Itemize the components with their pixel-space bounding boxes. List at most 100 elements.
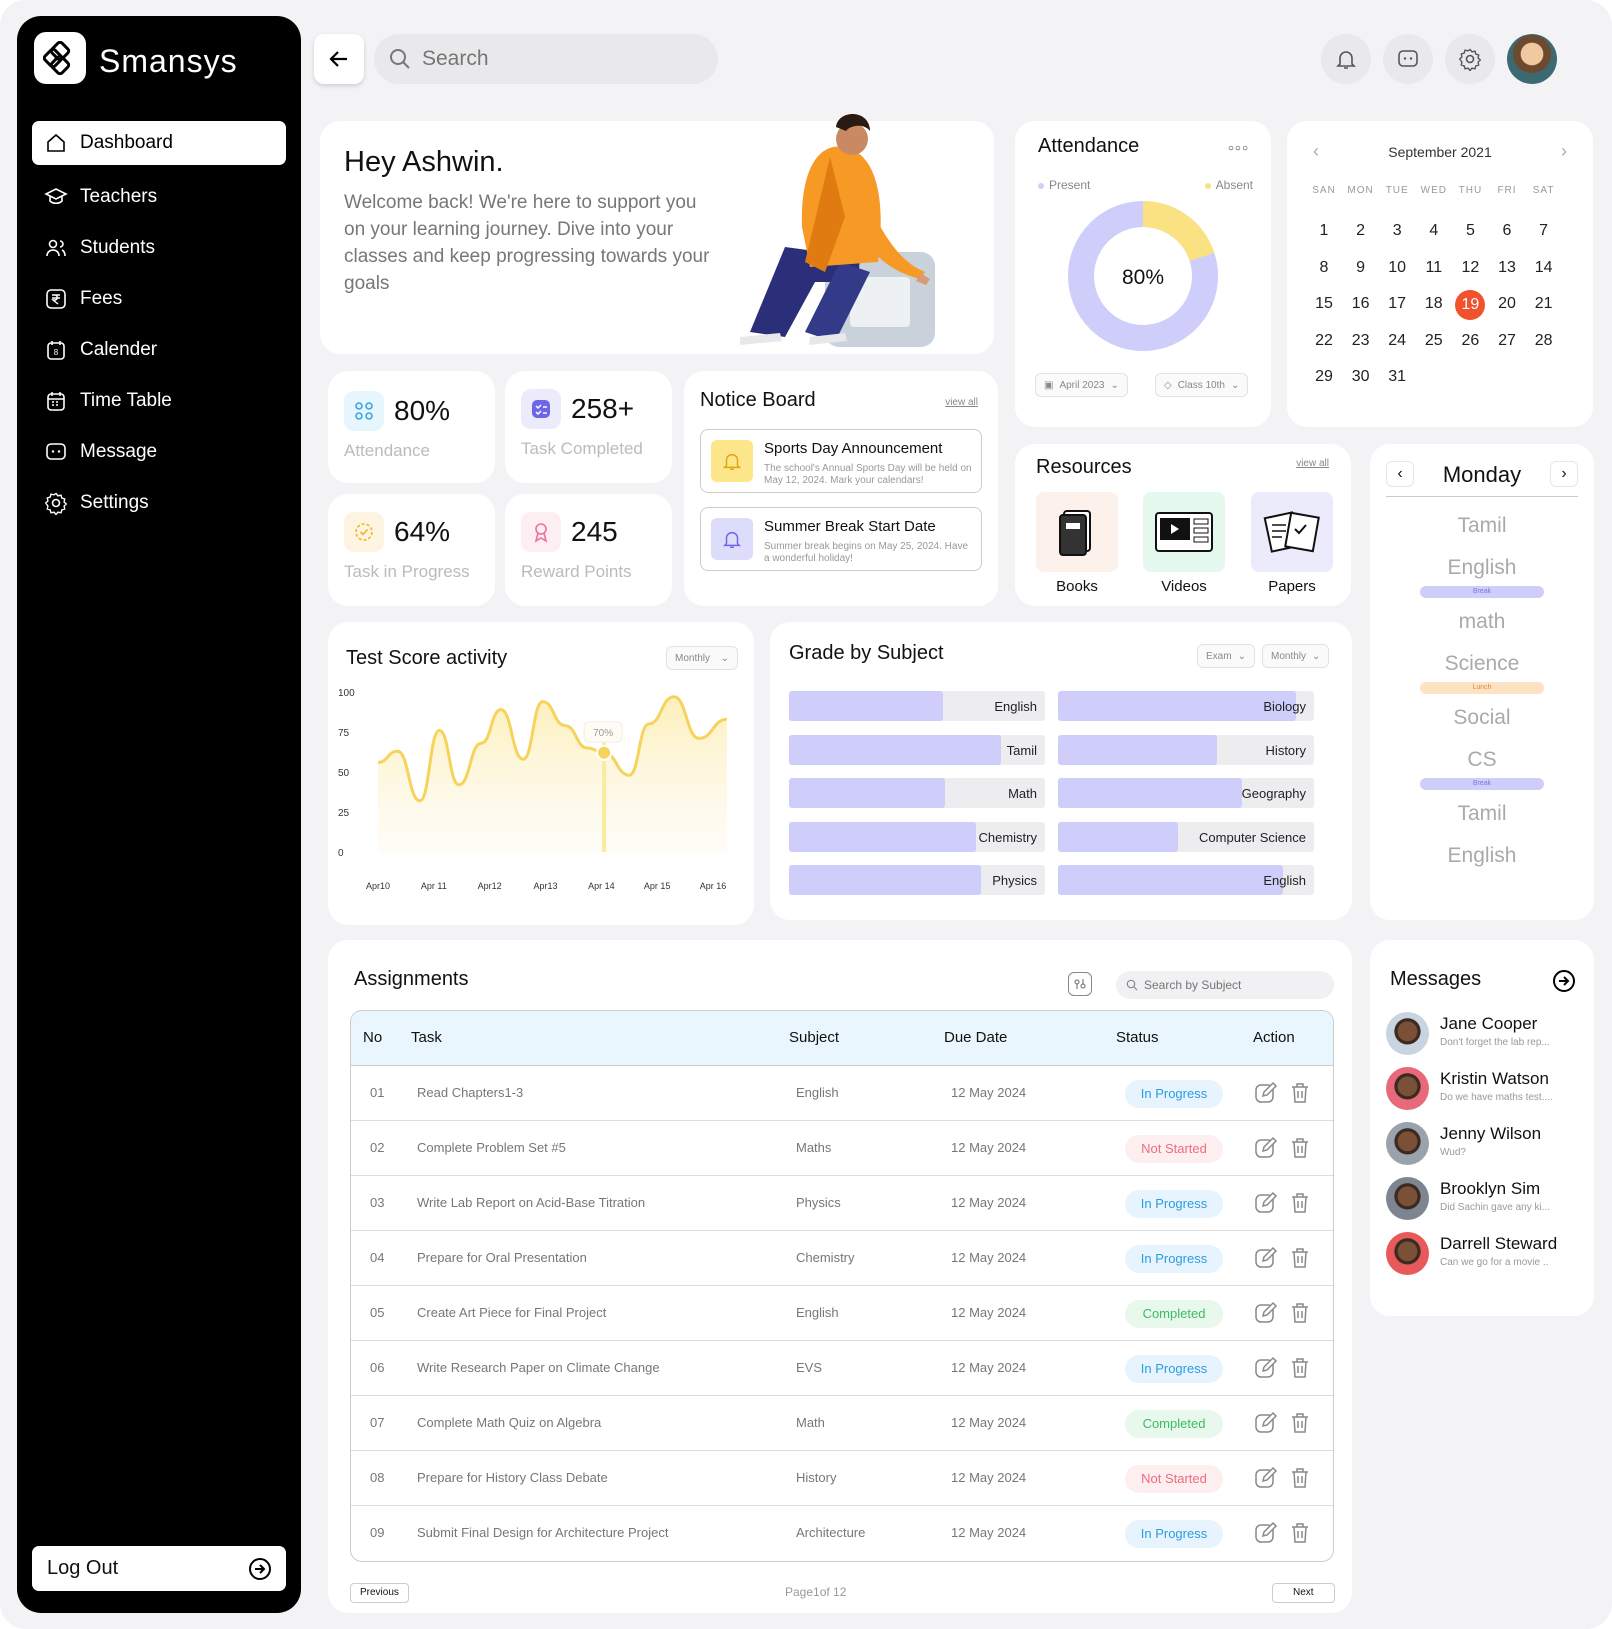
lunch-pill: Lunch xyxy=(1420,682,1544,694)
chat-button[interactable] xyxy=(1383,34,1433,84)
calendar-day[interactable]: 2 xyxy=(1344,217,1378,245)
calendar-day[interactable]: 13 xyxy=(1490,254,1524,282)
arrow-right-circle-icon[interactable] xyxy=(1552,969,1576,993)
sidebar-item-time-table[interactable]: Time Table xyxy=(32,376,286,426)
calendar-day[interactable]: 9 xyxy=(1344,254,1378,282)
highlight-point[interactable] xyxy=(596,744,613,761)
calendar-day[interactable]: 17 xyxy=(1380,290,1414,318)
more-icon[interactable]: ○○○ xyxy=(1228,143,1249,154)
message-item[interactable]: Kristin Watson Do we have maths test.... xyxy=(1386,1067,1586,1115)
calendar-day[interactable]: 20 xyxy=(1490,290,1524,318)
calendar-day[interactable]: 28 xyxy=(1527,327,1561,355)
edit-icon[interactable] xyxy=(1253,1465,1279,1491)
sidebar-item-message[interactable]: Message xyxy=(32,427,286,477)
resources-view-all-link[interactable]: view all xyxy=(1296,458,1329,469)
search-input[interactable] xyxy=(422,47,702,71)
calendar-day[interactable]: 29 xyxy=(1307,363,1341,391)
subject-search[interactable] xyxy=(1116,971,1334,999)
test-score-filter[interactable]: Monthly ⌄ xyxy=(666,646,738,670)
calendar-day[interactable]: 26 xyxy=(1453,327,1487,355)
edit-icon[interactable] xyxy=(1253,1300,1279,1326)
previous-button[interactable]: Previous xyxy=(350,1583,409,1603)
message-item[interactable]: Jenny Wilson Wud? xyxy=(1386,1122,1586,1170)
notice-item[interactable]: Summer Break Start Date Summer break beg… xyxy=(700,507,982,571)
sidebar-item-calender[interactable]: 8 Calender xyxy=(32,325,286,375)
message-item[interactable]: Darrell Steward Can we go for a movie .. xyxy=(1386,1232,1586,1280)
trash-icon[interactable] xyxy=(1288,1135,1312,1161)
calendar-day[interactable]: 16 xyxy=(1344,290,1378,318)
subject-search-input[interactable] xyxy=(1144,978,1324,992)
table-row: 03 Write Lab Report on Acid-Base Titratio… xyxy=(351,1176,1333,1231)
trash-icon[interactable] xyxy=(1288,1300,1312,1326)
calendar-day[interactable]: 14 xyxy=(1527,254,1561,282)
edit-icon[interactable] xyxy=(1253,1355,1279,1381)
sidebar-item-dashboard[interactable]: Dashboard xyxy=(32,121,286,165)
calendar-day[interactable]: 6 xyxy=(1490,217,1524,245)
next-button[interactable]: Next xyxy=(1272,1583,1335,1603)
settings-button[interactable] xyxy=(1445,34,1495,84)
calendar-day[interactable]: 10 xyxy=(1380,254,1414,282)
period-filter[interactable]: Monthly ⌄ xyxy=(1262,644,1330,668)
calendar-month: September 2021 xyxy=(1388,144,1492,160)
trash-icon[interactable] xyxy=(1288,1465,1312,1491)
calendar-day[interactable]: 24 xyxy=(1380,327,1414,355)
calendar-day[interactable]: 15 xyxy=(1307,290,1341,318)
sidebar-item-fees[interactable]: Fees xyxy=(32,274,286,324)
calendar-day[interactable]: 11 xyxy=(1417,254,1451,282)
trash-icon[interactable] xyxy=(1288,1190,1312,1216)
calendar-day[interactable]: 7 xyxy=(1527,217,1561,245)
edit-icon[interactable] xyxy=(1253,1080,1279,1106)
search-bar[interactable] xyxy=(374,34,718,84)
app-logo[interactable] xyxy=(34,32,86,84)
notice-item[interactable]: Sports Day Announcement The school's Ann… xyxy=(700,429,982,493)
class-filter[interactable]: ◇ Class 10th ⌄ xyxy=(1155,373,1249,397)
schedule-next-button[interactable]: › xyxy=(1550,461,1578,487)
trash-icon[interactable] xyxy=(1288,1520,1312,1546)
trash-icon[interactable] xyxy=(1288,1410,1312,1436)
calendar-day[interactable]: 31 xyxy=(1380,363,1414,391)
calendar-day[interactable]: 5 xyxy=(1453,217,1487,245)
sidebar-item-students[interactable]: Students xyxy=(32,223,286,273)
filter-button[interactable] xyxy=(1068,972,1092,996)
period-filter-label: Monthly xyxy=(1271,650,1307,662)
back-button[interactable] xyxy=(314,34,364,84)
exam-filter[interactable]: Exam ⌄ xyxy=(1197,644,1255,668)
sidebar-item-settings[interactable]: Settings xyxy=(32,478,286,528)
month-filter[interactable]: ▣ April 2023 ⌄ xyxy=(1035,373,1128,397)
message-item[interactable]: Jane Cooper Don't forget the lab rep... xyxy=(1386,1012,1586,1060)
avatar[interactable] xyxy=(1507,34,1557,84)
notice-view-all-link[interactable]: view all xyxy=(945,397,978,408)
sidebar-item-teachers[interactable]: Teachers xyxy=(32,172,286,222)
calendar-day[interactable]: 3 xyxy=(1380,217,1414,245)
edit-icon[interactable] xyxy=(1253,1410,1279,1436)
calendar-next-button[interactable]: › xyxy=(1561,141,1567,162)
calendar-day[interactable]: 21 xyxy=(1527,290,1561,318)
papers-tile[interactable] xyxy=(1251,492,1333,572)
calendar-day[interactable]: 1 xyxy=(1307,217,1341,245)
logout-button[interactable]: Log Out xyxy=(32,1546,286,1591)
trash-icon[interactable] xyxy=(1288,1080,1312,1106)
video-icon xyxy=(1155,512,1213,552)
notifications-button[interactable] xyxy=(1321,34,1371,84)
calendar-day[interactable]: 23 xyxy=(1344,327,1378,355)
calendar-day[interactable]: 27 xyxy=(1490,327,1524,355)
calendar-day[interactable]: 4 xyxy=(1417,217,1451,245)
trash-icon[interactable] xyxy=(1288,1355,1312,1381)
calendar-day[interactable]: 8 xyxy=(1307,254,1341,282)
grade-bar-row: Computer Science xyxy=(1058,821,1314,852)
trash-icon[interactable] xyxy=(1288,1245,1312,1271)
edit-icon[interactable] xyxy=(1253,1190,1279,1216)
calendar-day[interactable]: 25 xyxy=(1417,327,1451,355)
calendar-day[interactable]: 18 xyxy=(1417,290,1451,318)
message-item[interactable]: Brooklyn Sim Did Sachin gave any ki... xyxy=(1386,1177,1586,1225)
calendar-day[interactable]: 12 xyxy=(1453,254,1487,282)
calendar-day-selected[interactable]: 19 xyxy=(1455,290,1486,321)
videos-tile[interactable] xyxy=(1143,492,1225,572)
edit-icon[interactable] xyxy=(1253,1245,1279,1271)
calendar-day[interactable]: 30 xyxy=(1344,363,1378,391)
calendar-day[interactable]: 22 xyxy=(1307,327,1341,355)
edit-icon[interactable] xyxy=(1253,1520,1279,1546)
col-no: No xyxy=(363,1029,383,1046)
edit-icon[interactable] xyxy=(1253,1135,1279,1161)
books-tile[interactable] xyxy=(1036,492,1118,572)
